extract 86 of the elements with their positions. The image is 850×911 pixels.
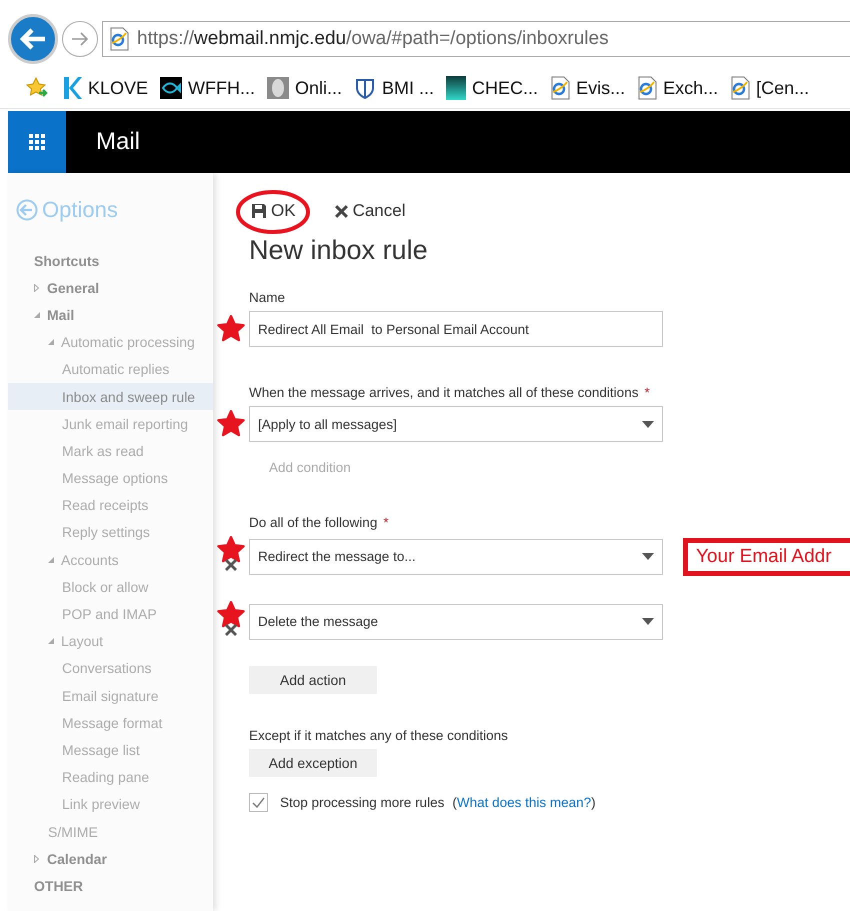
expanded-arrow-icon[interactable]: [48, 638, 54, 644]
field-label: Do all of the following *: [248, 515, 390, 530]
options-back-link[interactable]: Options: [16, 197, 213, 223]
sidebar-item[interactable]: Email signature: [8, 682, 213, 710]
browser-page-icon: [550, 76, 570, 100]
action-dropdown[interactable]: Redirect the message to...: [249, 538, 663, 574]
mask-icon: [267, 77, 290, 99]
collapsed-arrow-icon[interactable]: [34, 284, 39, 292]
fish-icon: [160, 77, 182, 99]
sidebar-item[interactable]: Automatic replies: [8, 356, 213, 383]
field-label: When the message arrives, and it matches all of these conditions *: [248, 385, 651, 400]
dropdown-caret-icon: [642, 618, 654, 625]
bars-icon: [446, 76, 466, 100]
favorite-link[interactable]: Onli...: [267, 77, 342, 99]
dropdown-caret-icon: [642, 420, 654, 428]
app-title: Mail: [96, 128, 140, 156]
expanded-arrow-icon[interactable]: [34, 312, 40, 318]
close-icon[interactable]: [334, 204, 349, 218]
favorite-link[interactable]: Exch...: [637, 76, 718, 100]
sidebar-item[interactable]: Junk email reporting: [8, 410, 213, 438]
close-icon[interactable]: [224, 623, 238, 637]
sidebar-item[interactable]: S/MIME: [8, 818, 213, 846]
sidebar-item[interactable]: Reply settings: [8, 518, 213, 546]
logo-icon: [62, 76, 82, 100]
add-action-button[interactable]: Add action: [249, 666, 377, 694]
sidebar-item[interactable]: Reading pane: [8, 764, 213, 791]
add-condition-link[interactable]: Add condition: [269, 460, 850, 475]
favorite-link[interactable]: WFFH...: [160, 77, 256, 99]
collapsed-arrow-icon[interactable]: [34, 854, 39, 863]
sidebar-item[interactable]: Block or allow: [8, 573, 213, 600]
forward-arrow-icon: [70, 31, 90, 47]
add-exception-button[interactable]: Add exception: [249, 749, 377, 777]
action-dropdown[interactable]: Delete the message: [249, 604, 663, 640]
sidebar-item[interactable]: Automatic processing: [8, 328, 213, 356]
condition-dropdown[interactable]: [Apply to all messages]: [249, 406, 663, 442]
sidebar-item[interactable]: Message options: [8, 464, 213, 492]
expanded-arrow-icon[interactable]: [48, 556, 54, 563]
sidebar-item[interactable]: Message format: [8, 709, 213, 736]
back-button[interactable]: [8, 14, 58, 64]
sidebar-item[interactable]: Mark as read: [8, 437, 213, 464]
close-icon[interactable]: [224, 558, 238, 572]
expanded-arrow-icon[interactable]: [48, 339, 54, 346]
star-icon[interactable]: [26, 77, 50, 99]
sidebar-item[interactable]: Mail: [8, 301, 213, 329]
favorite-link[interactable]: KLOVE: [62, 76, 148, 100]
field-label: Name: [248, 290, 286, 305]
page-title: New inbox rule: [249, 235, 429, 266]
grid-icon: [29, 134, 45, 150]
favorite-link[interactable]: CHEC...: [446, 76, 538, 100]
shield-icon: [354, 77, 376, 99]
favorite-link[interactable]: Evis...: [550, 76, 626, 100]
address-bar[interactable]: https://webmail.nmjc.edu/owa/#path=/options/inboxrules: [102, 21, 850, 57]
back-arrow-icon: [19, 27, 47, 51]
browser-page-icon: [109, 27, 129, 51]
sidebar-item[interactable]: Calendar: [8, 845, 213, 872]
favorite-link[interactable]: BMI ...: [354, 77, 434, 99]
help-paren: ): [591, 795, 596, 810]
checkbox[interactable]: [249, 793, 268, 812]
annotation-callout: Your Email Addr: [683, 538, 850, 576]
save-icon: [251, 203, 267, 219]
back-circle-icon: [16, 199, 38, 221]
browser-page-icon: [637, 76, 658, 100]
sidebar-item[interactable]: Link preview: [8, 790, 213, 818]
sidebar-item[interactable]: Inbox and sweep rule: [8, 382, 213, 410]
help-link[interactable]: What does this mean?: [456, 795, 592, 810]
sidebar-item[interactable]: General: [8, 274, 213, 302]
app-launcher-button[interactable]: [8, 111, 66, 173]
sidebar-item[interactable]: POP and IMAP: [8, 600, 213, 628]
url-text: https://webmail.nmjc.edu/owa/#path=/options/inboxrules: [137, 28, 609, 50]
browser-page-icon: [730, 76, 750, 100]
checkbox-label: Stop processing more rules: [280, 795, 444, 810]
sidebar-item[interactable]: Message list: [8, 736, 213, 764]
favorite-link[interactable]: [Cen...: [730, 76, 810, 100]
sidebar-item[interactable]: Shortcuts: [8, 247, 213, 274]
forward-button[interactable]: [62, 21, 98, 57]
sidebar-item[interactable]: Read receipts: [8, 492, 213, 519]
sidebar-item[interactable]: Conversations: [8, 654, 213, 682]
sidebar-item[interactable]: Accounts: [8, 546, 213, 574]
sidebar-item[interactable]: Layout: [8, 628, 213, 655]
cancel-button[interactable]: Cancel: [332, 197, 408, 225]
name-field[interactable]: Redirect All Email to Personal Email Account: [249, 311, 663, 347]
check-icon: [252, 797, 265, 808]
sidebar-item[interactable]: OTHER: [8, 872, 213, 900]
help-paren: (: [452, 795, 457, 810]
field-label: Except if it matches any of these conditions: [248, 728, 509, 743]
dropdown-caret-icon: [642, 553, 654, 560]
